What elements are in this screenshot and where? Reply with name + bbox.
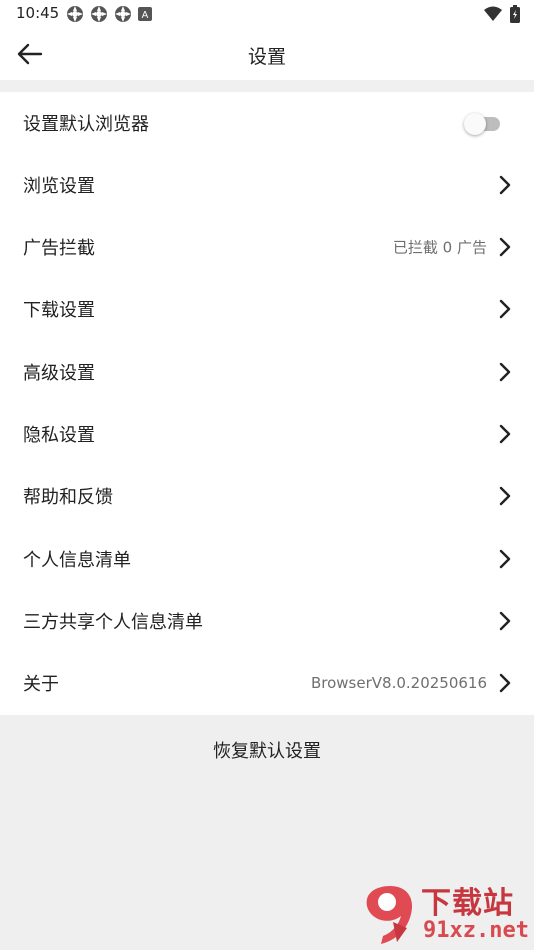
- toggle-thumb: [464, 113, 486, 135]
- settings-row-download[interactable]: 下载设置: [0, 278, 534, 340]
- settings-row-label: 浏览设置: [23, 176, 95, 197]
- status-time: 10:45: [16, 4, 60, 22]
- chevron-right-icon: [499, 424, 511, 444]
- notification-icon: [67, 6, 83, 22]
- settings-row-label: 下载设置: [23, 300, 95, 321]
- chevron-right-icon: [499, 299, 511, 319]
- settings-row-label: 隐私设置: [23, 425, 95, 446]
- settings-row-personal-info-list[interactable]: 个人信息清单: [0, 528, 534, 590]
- battery-icon: [510, 5, 520, 23]
- settings-row-help-feedback[interactable]: 帮助和反馈: [0, 465, 534, 527]
- app-bar: 设置: [0, 28, 534, 80]
- settings-row-advanced[interactable]: 高级设置: [0, 341, 534, 403]
- ad-block-count: 已拦截 0 广告: [392, 238, 487, 257]
- settings-row-about[interactable]: 关于 BrowserV8.0.20250616: [0, 652, 534, 714]
- settings-row-label: 三方共享个人信息清单: [23, 612, 203, 633]
- chevron-right-icon: [499, 237, 511, 257]
- keyboard-a-icon: A: [138, 7, 152, 21]
- settings-row-label: 高级设置: [23, 363, 95, 384]
- settings-row-label: 设置默认浏览器: [23, 114, 149, 135]
- chevron-right-icon: [499, 486, 511, 506]
- settings-row-ad-block[interactable]: 广告拦截 已拦截 0 广告: [0, 216, 534, 278]
- watermark-logo-icon: [366, 886, 413, 944]
- watermark-title: 下载站: [421, 886, 514, 921]
- settings-row-third-party-sharing[interactable]: 三方共享个人信息清单: [0, 590, 534, 652]
- settings-row-privacy[interactable]: 隐私设置: [0, 403, 534, 465]
- settings-row-default-browser[interactable]: 设置默认浏览器: [0, 92, 534, 154]
- wifi-icon: [484, 6, 502, 21]
- chevron-right-icon: [499, 611, 511, 631]
- restore-defaults-button[interactable]: 恢复默认设置: [0, 722, 534, 782]
- settings-list: 设置默认浏览器 浏览设置 广告拦截 已拦截 0 广告 下载设置 高级设置 隐私设…: [0, 92, 534, 715]
- header-divider: [0, 80, 534, 92]
- watermark: 下载站 91xz.net: [359, 878, 534, 950]
- status-bar: 10:45 A: [0, 0, 534, 28]
- notification-icon: [91, 6, 107, 22]
- chevron-right-icon: [499, 175, 511, 195]
- notification-icon: [115, 6, 131, 22]
- settings-row-label: 关于: [23, 674, 59, 695]
- page-title: 设置: [247, 46, 286, 68]
- chevron-right-icon: [499, 673, 511, 693]
- default-browser-toggle[interactable]: [464, 113, 500, 135]
- chevron-right-icon: [499, 549, 511, 569]
- chevron-right-icon: [499, 362, 511, 382]
- settings-row-label: 个人信息清单: [23, 550, 131, 571]
- watermark-domain: 91xz.net: [423, 918, 529, 943]
- status-notifications: A: [66, 5, 152, 23]
- status-system-icons: [484, 5, 520, 23]
- settings-row-browsing[interactable]: 浏览设置: [0, 154, 534, 216]
- keyboard-letter: A: [142, 10, 149, 21]
- settings-row-label: 帮助和反馈: [23, 487, 113, 508]
- settings-row-label: 广告拦截: [23, 238, 95, 259]
- app-version: BrowserV8.0.20250616: [310, 674, 487, 692]
